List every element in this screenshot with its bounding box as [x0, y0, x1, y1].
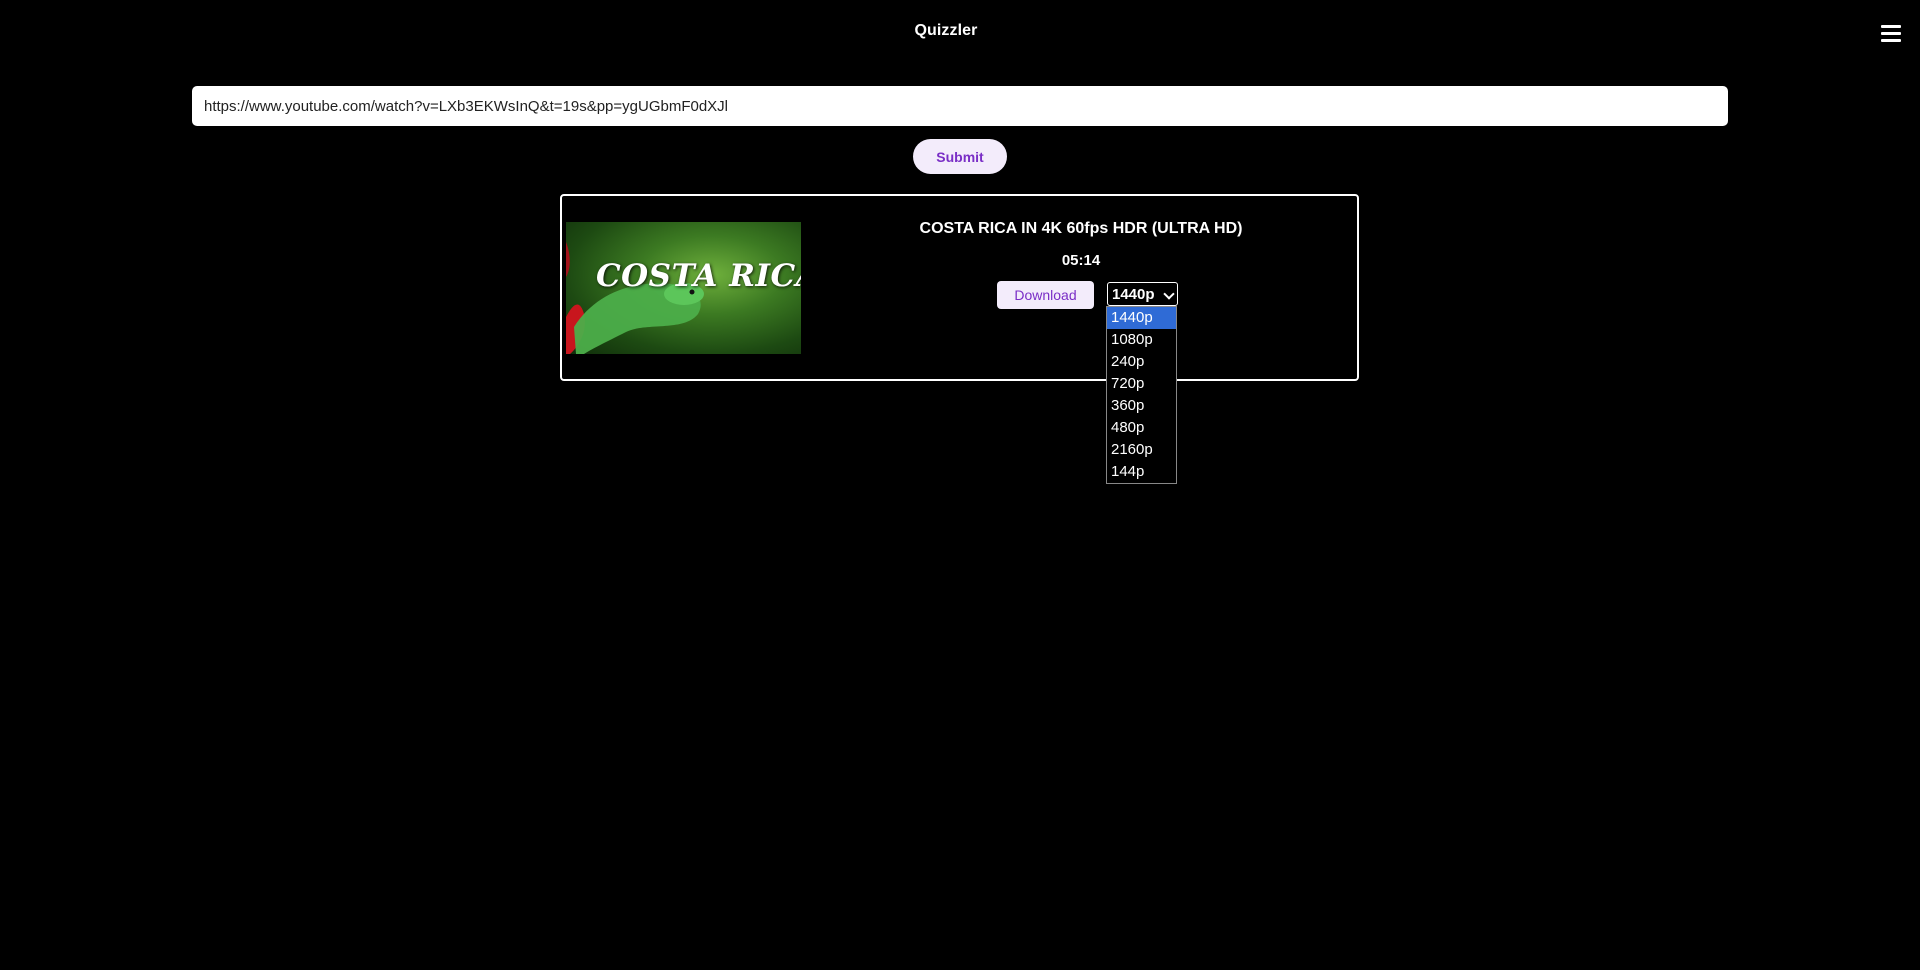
video-title: COSTA RICA IN 4K 60fps HDR (ULTRA HD): [919, 220, 1243, 237]
quality-select[interactable]: 1440p: [1107, 282, 1178, 306]
menu-bar: [1881, 25, 1901, 28]
quality-option[interactable]: 2160p: [1107, 439, 1176, 461]
hamburger-menu-icon[interactable]: [1880, 23, 1902, 45]
page: Quizzler Submit COSTA RICA COSTA RICA IN…: [0, 0, 1920, 970]
url-input[interactable]: [192, 86, 1728, 126]
video-card: COSTA RICA COSTA RICA IN 4K 60fps HDR (U…: [560, 194, 1359, 381]
quality-option[interactable]: 144p: [1107, 461, 1176, 483]
quality-option[interactable]: 1080p: [1107, 329, 1176, 351]
menu-bar: [1881, 39, 1901, 42]
quality-option[interactable]: 480p: [1107, 417, 1176, 439]
quality-option[interactable]: 1440p: [1107, 307, 1176, 329]
video-thumbnail: COSTA RICA: [566, 222, 801, 354]
quality-select-value: 1440p: [1112, 286, 1155, 303]
quality-dropdown: 1440p 1080p 240p 720p 360p 480p 2160p 14…: [1106, 306, 1177, 484]
quality-option[interactable]: 720p: [1107, 373, 1176, 395]
menu-bar: [1881, 32, 1901, 35]
video-duration: 05:14: [1061, 252, 1101, 269]
download-button[interactable]: Download: [997, 281, 1094, 309]
thumbnail-caption: COSTA RICA: [596, 258, 801, 294]
quality-option[interactable]: 240p: [1107, 351, 1176, 373]
app-title: Quizzler: [914, 22, 978, 39]
chevron-down-icon: [1163, 288, 1175, 300]
quality-option[interactable]: 360p: [1107, 395, 1176, 417]
submit-button[interactable]: Submit: [913, 139, 1007, 174]
